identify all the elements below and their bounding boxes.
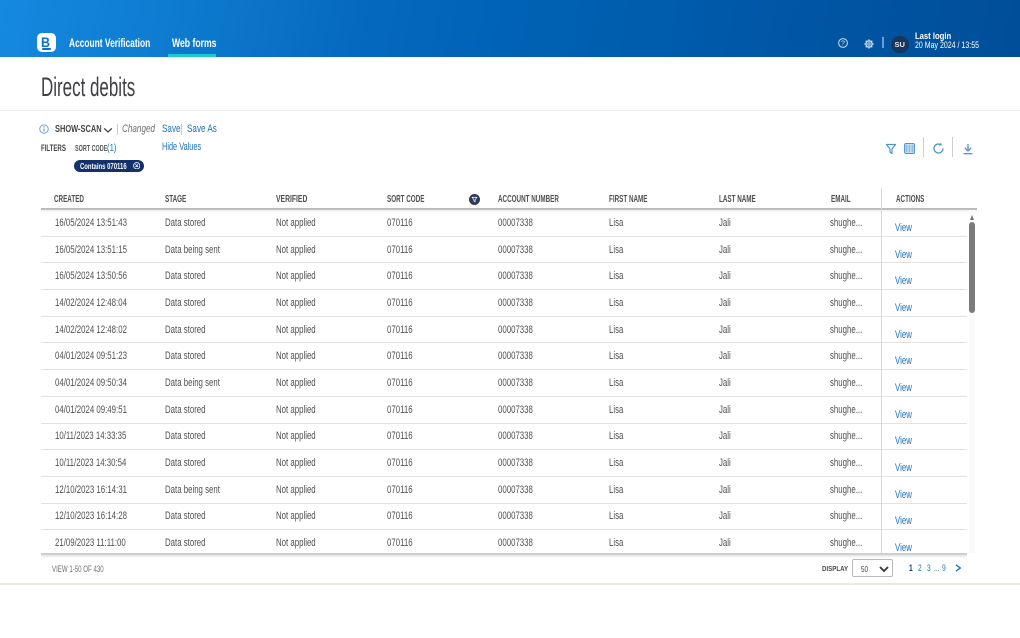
svg-text:?: ?: [841, 40, 845, 47]
